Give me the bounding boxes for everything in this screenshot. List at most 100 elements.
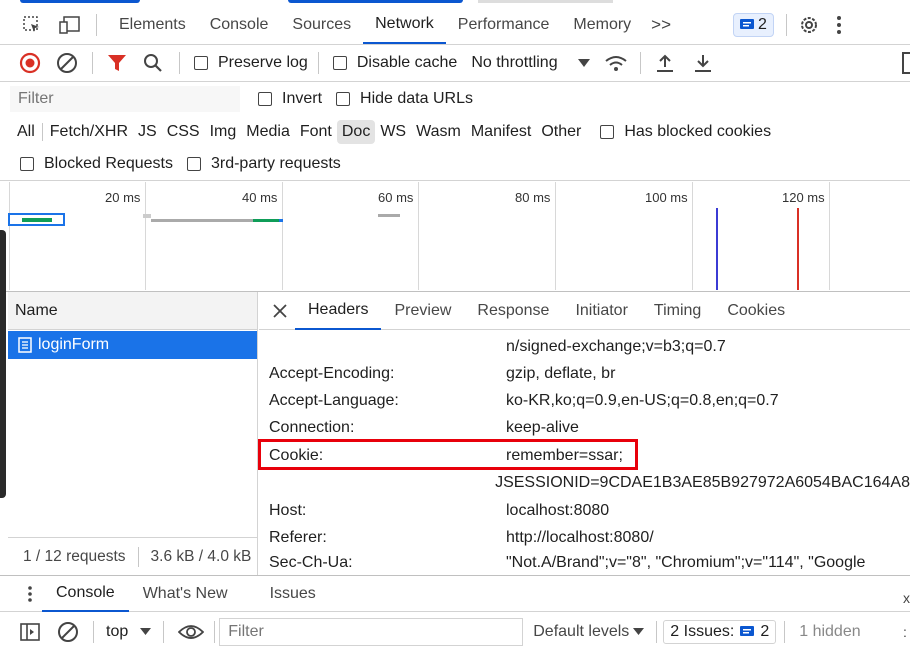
type-filter-wasm[interactable]: Wasm [411,120,466,144]
type-filter-manifest[interactable]: Manifest [466,120,536,144]
tab-console[interactable]: Console [198,6,281,44]
request-count: 1 / 12 requests [23,547,126,565]
status-bar: 1 / 12 requests 3.6 kB / 4.0 kB [8,537,257,575]
clear-console-icon[interactable] [57,621,79,643]
load-event-marker [797,208,799,290]
gear-icon[interactable] [799,15,819,35]
has-blocked-cookies-checkbox[interactable] [600,124,615,139]
timeline-bar [253,219,279,222]
drawer-tab-whats-new[interactable]: What's New [129,576,242,612]
header-value: keep-alive [506,418,579,436]
hide-data-urls-label: Hide data URLs [360,89,473,107]
third-party-label: 3rd-party requests [210,155,341,172]
inspect-element-icon[interactable] [20,15,44,35]
record-stop-icon[interactable] [19,52,41,74]
tab-initiator[interactable]: Initiator [562,292,640,330]
tab-network[interactable]: Network [363,6,446,44]
chevron-down-icon [140,628,152,635]
console-filter-input[interactable] [219,617,524,646]
header-row: Accept-Encoding: gzip, deflate, br [269,360,910,387]
search-icon[interactable] [143,53,163,73]
log-levels-value: Default levels [533,622,630,640]
drawer-menu-icon[interactable] [28,585,32,602]
header-name: Referer: [269,528,327,546]
type-filter-img[interactable]: Img [205,120,242,144]
more-tabs-icon[interactable]: >> [651,15,671,35]
blocked-requests-checkbox[interactable] [20,157,34,171]
type-filter-bar: All Fetch/XHR JS CSS Img Media Font Doc … [0,115,910,148]
type-filter-js[interactable]: JS [133,120,162,144]
header-name: Host: [269,501,307,519]
filter-funnel-icon[interactable] [107,53,127,73]
clear-icon[interactable] [56,52,78,74]
drawer-tab-issues[interactable]: Issues [256,576,330,612]
type-filter-doc[interactable]: Doc [336,119,376,144]
header-row: JSESSIONID=9CDAE1B3AE85B927972A6054BAC16… [269,469,910,496]
tab-elements[interactable]: Elements [107,6,198,44]
context-select[interactable]: top [106,623,152,641]
drawer-tab-console[interactable]: Console [42,576,129,612]
download-icon[interactable] [693,53,713,73]
type-filter-ws[interactable]: WS [375,120,411,144]
filter-bar: Invert Hide data URLs [0,82,910,115]
tab-response[interactable]: Response [464,292,562,330]
throttling-select[interactable]: No throttling [471,54,590,72]
header-value: gzip, deflate, br [506,364,616,382]
type-filter-css[interactable]: CSS [162,120,205,144]
tab-cookies[interactable]: Cookies [714,292,798,330]
tab-headers[interactable]: Headers [295,292,382,330]
timeline-tick: 120 ms [782,190,825,205]
eye-icon[interactable] [178,623,205,641]
invert-checkbox[interactable] [258,91,272,106]
hide-data-urls-checkbox[interactable] [336,91,351,106]
type-filter-fetch-xhr[interactable]: Fetch/XHR [45,120,133,144]
tab-sources[interactable]: Sources [280,6,363,44]
chevron-down-icon [577,59,590,67]
tab-preview[interactable]: Preview [381,292,464,330]
message-icon [740,19,755,31]
issues-count: 2 [760,622,770,640]
type-filter-all[interactable]: All [12,120,40,144]
chevron-down-icon [633,628,645,635]
preserve-log-label: Preserve log [218,54,308,71]
issues-badge[interactable]: 2 [733,13,774,37]
header-value: n/signed-exchange;v=b3;q=0.7 [506,337,726,355]
main-toolbar: Elements Console Sources Network Perform… [0,6,910,44]
network-conditions-icon[interactable] [604,53,628,73]
issues-label: 2 Issues: [670,622,735,640]
list-item[interactable]: loginForm [8,331,257,359]
hidden-count: 1 hidden [799,622,861,640]
network-settings-icon[interactable] [902,52,910,74]
console-settings-icon[interactable]: : [903,624,907,640]
header-row: Connection: keep-alive [269,414,910,441]
type-filter-other[interactable]: Other [536,120,586,144]
disable-cache-checkbox[interactable] [332,56,347,70]
timeline-bar [279,219,283,222]
close-icon[interactable] [273,303,287,318]
network-toolbar: Preserve log Disable cache No throttling [0,45,910,81]
tab-memory[interactable]: Memory [561,6,643,44]
upload-icon[interactable] [655,53,675,73]
filter-input[interactable] [10,85,240,112]
header-value: localhost:8080 [506,501,610,519]
third-party-checkbox[interactable] [186,157,201,171]
device-toolbar-icon[interactable] [58,15,82,35]
type-filter-media[interactable]: Media [241,120,295,144]
tab-performance[interactable]: Performance [446,6,562,44]
console-issues-button[interactable]: 2 Issues: 2 [663,619,777,644]
kebab-menu-icon[interactable] [836,16,841,34]
detail-tabs-bar: Headers Preview Response Initiator Timin… [259,292,910,330]
message-icon [740,625,755,638]
panel-tabs: Elements Console Sources Network Perform… [107,6,643,44]
header-row: Sec-Ch-Ua: "Not.A/Brand";v="8", "Chromium… [269,552,910,574]
timeline-tick: 80 ms [515,190,551,205]
name-column-header[interactable]: Name [8,292,257,330]
type-filter-font[interactable]: Font [295,120,337,144]
timeline-tick: 20 ms [105,190,141,205]
tab-timing[interactable]: Timing [641,292,714,330]
log-levels-select[interactable]: Default levels [533,622,645,641]
close-drawer-icon[interactable]: x [903,590,910,606]
sidebar-toggle-icon[interactable] [20,622,40,642]
console-toolbar: top Default levels 2 Issues: 2 1 hidden [0,613,910,650]
preserve-log-checkbox[interactable] [194,56,208,70]
